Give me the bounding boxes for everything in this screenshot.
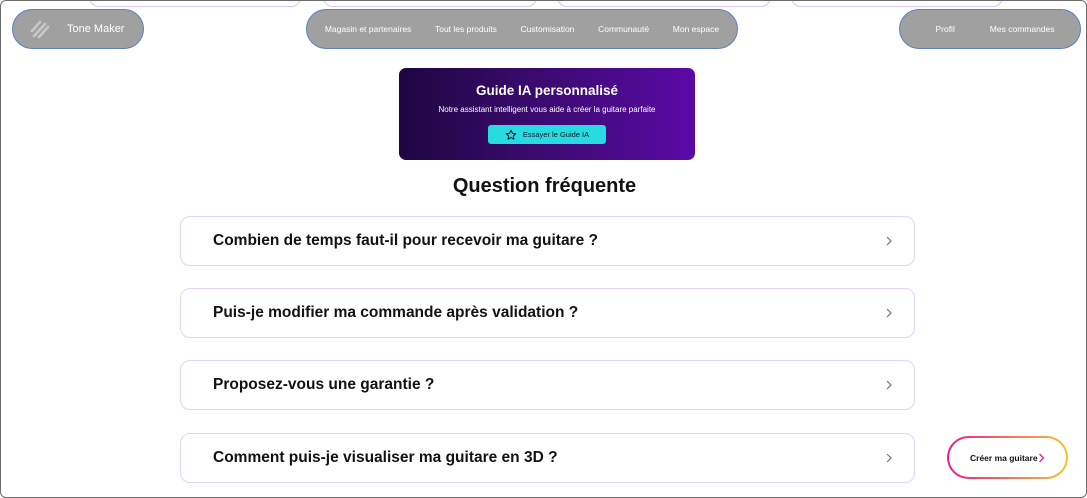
try-ai-guide-button[interactable]: Essayer le Guide IA xyxy=(488,125,606,144)
brand-home-link[interactable]: Tone Maker xyxy=(12,9,144,49)
create-guitar-label: Créer ma guitare xyxy=(970,452,1038,463)
nav-link-profil[interactable]: Profil xyxy=(935,24,954,34)
page-frame: Tone Maker Magasin et partenaires Tout l… xyxy=(0,0,1087,498)
faq-item[interactable]: Puis-je modifier ma commande après valid… xyxy=(180,288,915,338)
faq-question: Combien de temps faut-il pour recevoir m… xyxy=(213,232,598,249)
logo-icon xyxy=(30,20,50,39)
banner-title: Guide IA personnalisé xyxy=(475,83,619,98)
chevron-right-icon xyxy=(886,380,892,390)
faq-title: Question fréquente xyxy=(452,175,637,197)
faq-question: Puis-je modifier ma commande après valid… xyxy=(213,304,579,321)
nav-link-produits[interactable]: Tout les produits xyxy=(435,24,497,34)
faq-item[interactable]: Proposez-vous une garantie ? xyxy=(180,360,915,410)
chevron-right-icon xyxy=(886,236,892,246)
nav-link-communaute[interactable]: Communauté xyxy=(598,24,649,34)
main-nav: Magasin et partenaires Tout les produits… xyxy=(306,9,738,49)
account-nav: Profil Mes commandes xyxy=(899,9,1081,49)
nav-link-magasin[interactable]: Magasin et partenaires xyxy=(325,24,411,34)
nav-link-commandes[interactable]: Mes commandes xyxy=(990,24,1055,34)
banner-subtitle: Notre assistant intelligent vous aide à … xyxy=(438,105,656,114)
brand-name: Tone Maker xyxy=(67,23,125,35)
ghost-card xyxy=(89,1,301,7)
ghost-card xyxy=(323,1,537,7)
chevron-right-icon xyxy=(886,453,892,463)
ghost-card xyxy=(557,1,771,7)
ai-guide-banner: Guide IA personnalisé Notre assistant in… xyxy=(399,68,695,160)
chevron-right-icon xyxy=(886,308,892,318)
faq-question: Comment puis-je visualiser ma guitare en… xyxy=(213,449,558,466)
try-ai-guide-label: Essayer le Guide IA xyxy=(522,130,590,139)
faq-item[interactable]: Comment puis-je visualiser ma guitare en… xyxy=(180,433,915,483)
chevron-right-icon xyxy=(1039,453,1045,463)
ghost-card xyxy=(791,1,1003,7)
nav-link-customisation[interactable]: Customisation xyxy=(521,24,575,34)
create-guitar-button[interactable]: Créer ma guitare xyxy=(947,436,1068,479)
faq-item[interactable]: Combien de temps faut-il pour recevoir m… xyxy=(180,216,915,266)
faq-question: Proposez-vous une garantie ? xyxy=(213,376,435,393)
star-icon xyxy=(505,129,517,140)
nav-link-mon-espace[interactable]: Mon espace xyxy=(673,24,719,34)
